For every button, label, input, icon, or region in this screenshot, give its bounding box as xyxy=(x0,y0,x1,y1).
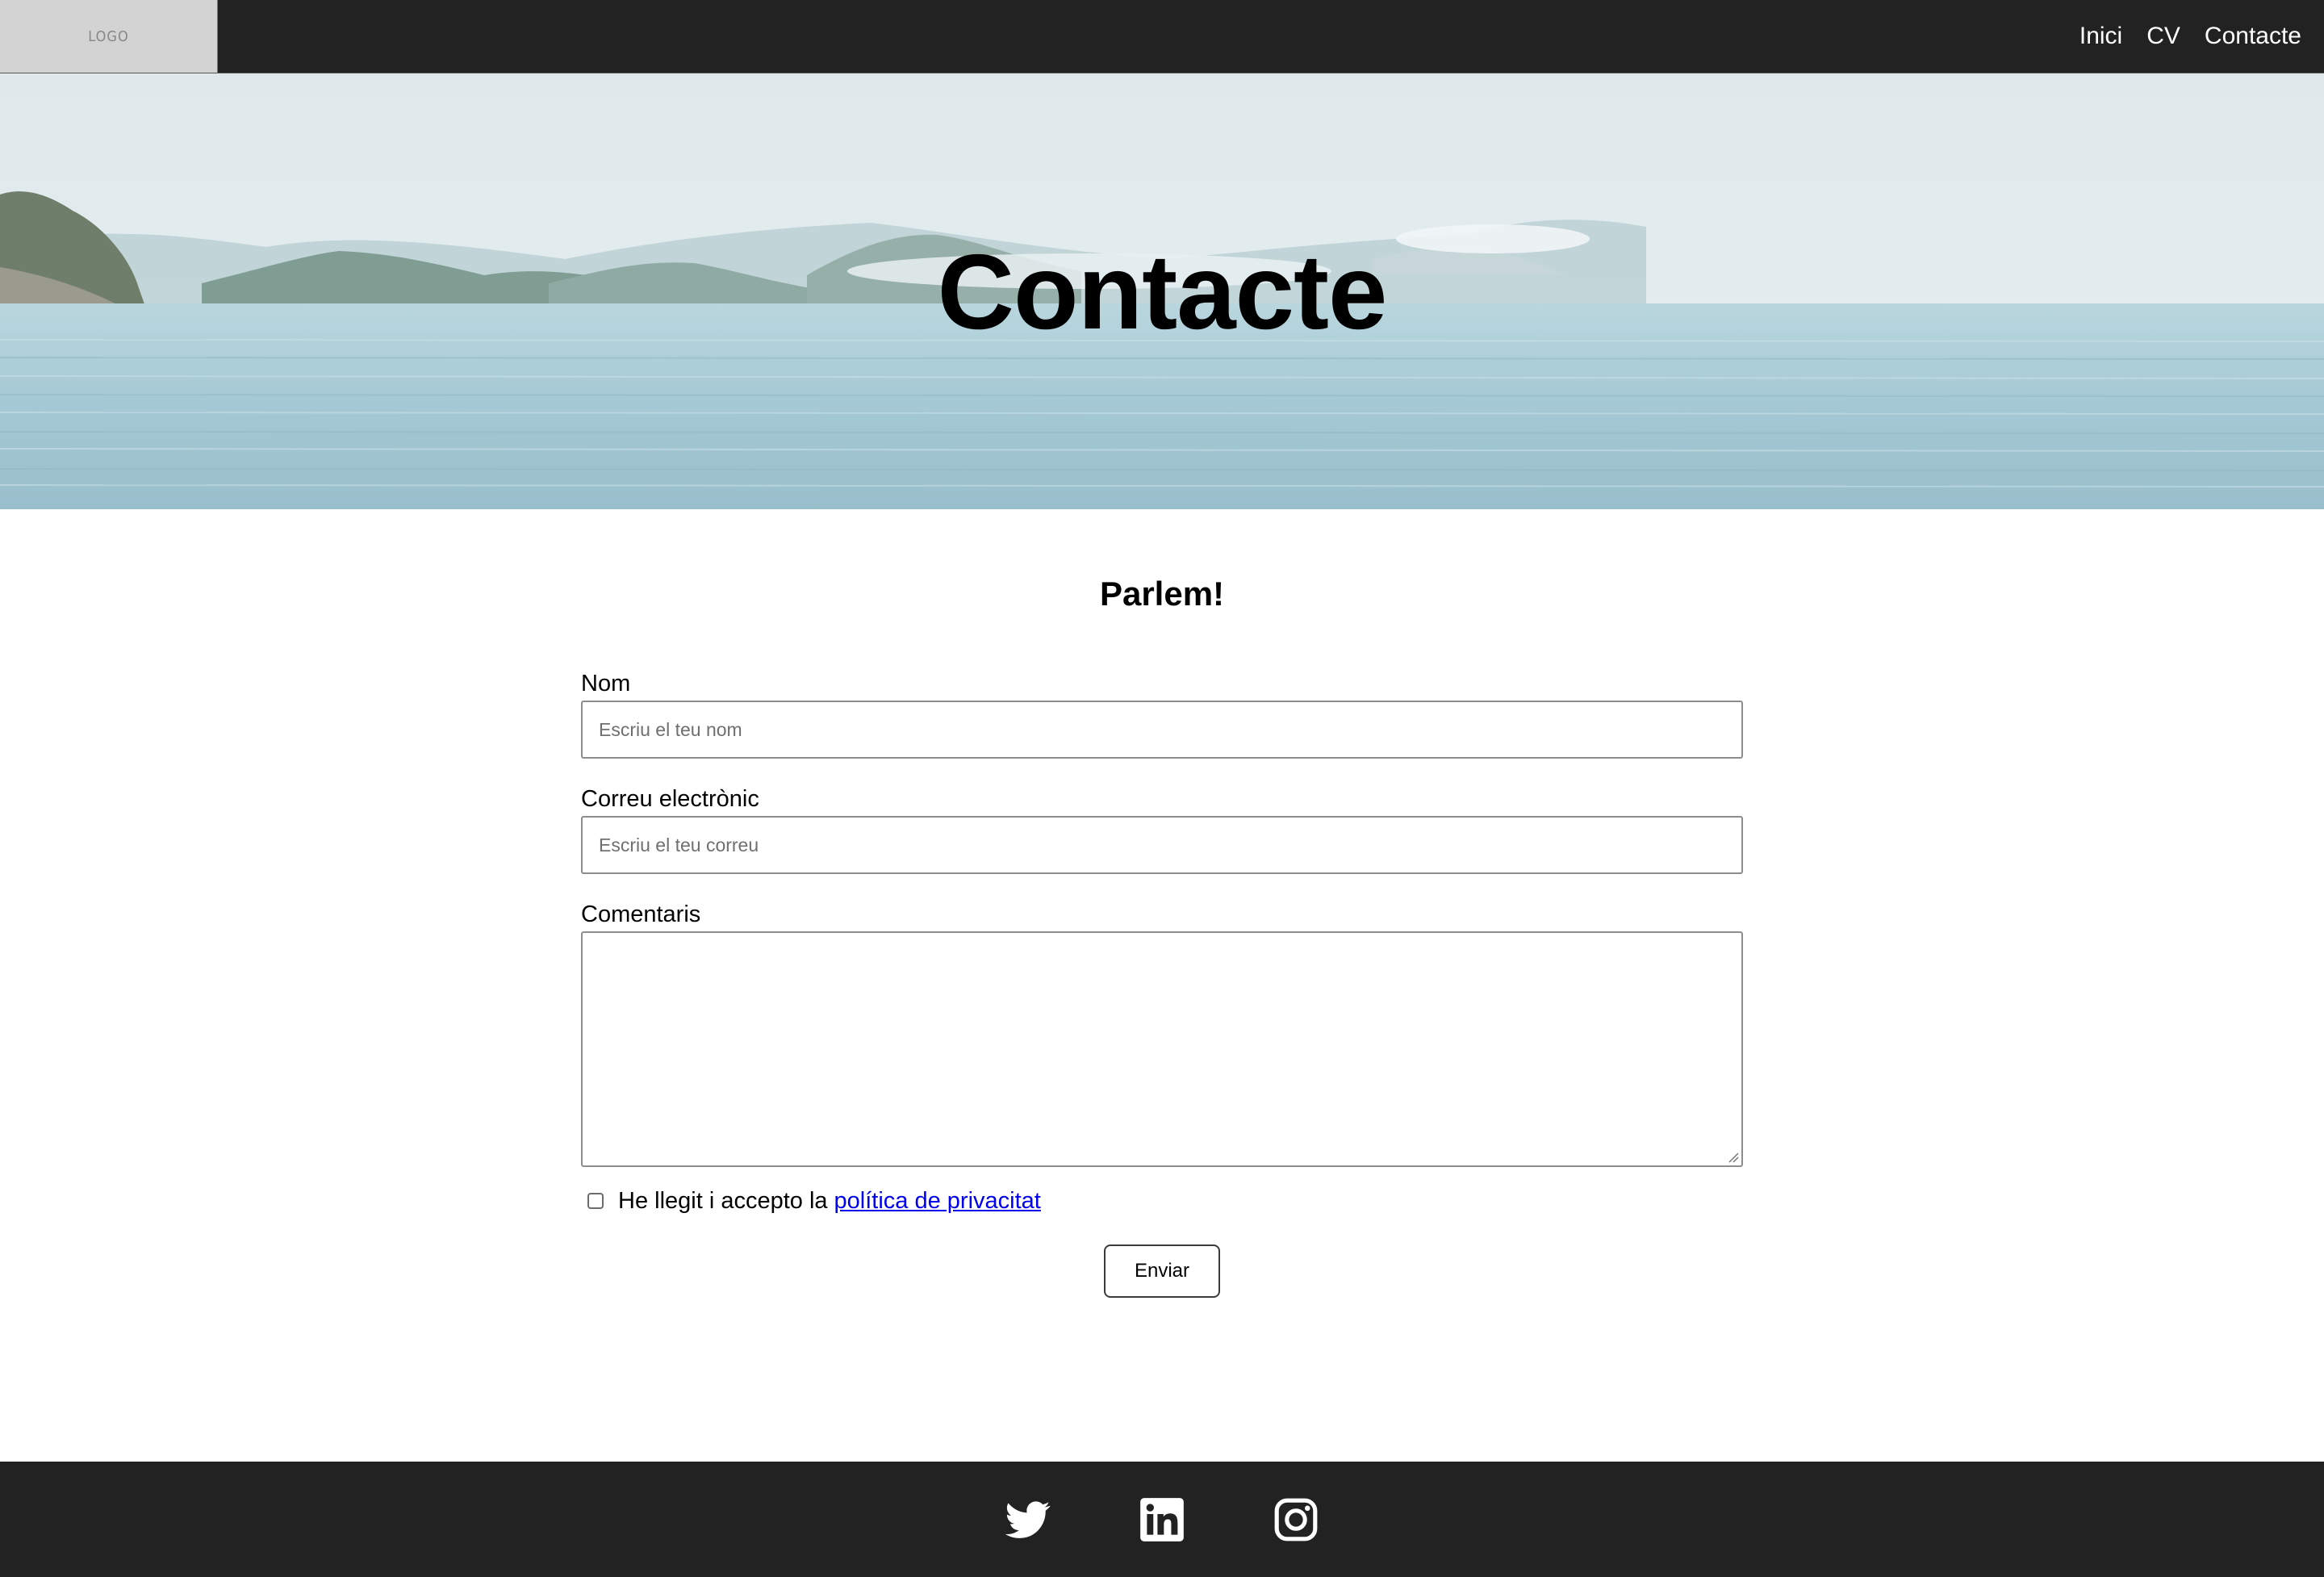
email-input[interactable] xyxy=(581,816,1743,874)
consent-text: He llegit i accepto la xyxy=(618,1187,828,1214)
privacy-checkbox[interactable] xyxy=(587,1193,604,1209)
logo-text: LOGO xyxy=(88,27,129,45)
nav-link-inici[interactable]: Inici xyxy=(2079,23,2122,50)
main-nav: Inici CV Contacte xyxy=(2079,0,2301,73)
submit-button[interactable]: Enviar xyxy=(1104,1244,1220,1298)
name-input[interactable] xyxy=(581,701,1743,759)
twitter-icon[interactable] xyxy=(1005,1497,1051,1542)
email-label: Correu electrònic xyxy=(581,786,759,812)
privacy-policy-link[interactable]: política de privacitat xyxy=(834,1188,1041,1215)
page-title: Contacte xyxy=(937,232,1388,351)
comments-textarea[interactable] xyxy=(581,931,1743,1167)
nav-link-cv[interactable]: CV xyxy=(2146,23,2180,50)
nav-link-contacte[interactable]: Contacte xyxy=(2205,23,2301,50)
hero-title-wrap: Contacte xyxy=(0,73,2324,509)
site-footer xyxy=(0,1462,2324,1577)
logo[interactable]: LOGO xyxy=(0,0,218,73)
site-header: LOGO Inici CV Contacte xyxy=(0,0,2324,73)
name-label: Nom xyxy=(581,671,631,696)
comments-label: Comentaris xyxy=(581,901,701,927)
form-heading: Parlem! xyxy=(1099,575,1225,613)
linkedin-icon[interactable] xyxy=(1139,1497,1185,1542)
submit-wrap: Enviar xyxy=(581,1244,1743,1298)
instagram-icon[interactable] xyxy=(1273,1497,1319,1542)
privacy-consent: He llegit i accepto la política de priva… xyxy=(581,1185,1743,1217)
contact-form: Nom Correu electrònic Comentaris He lleg… xyxy=(581,667,1743,1298)
hero-banner: Contacte xyxy=(0,73,2324,509)
resize-grip-icon[interactable] xyxy=(1728,1152,1739,1163)
